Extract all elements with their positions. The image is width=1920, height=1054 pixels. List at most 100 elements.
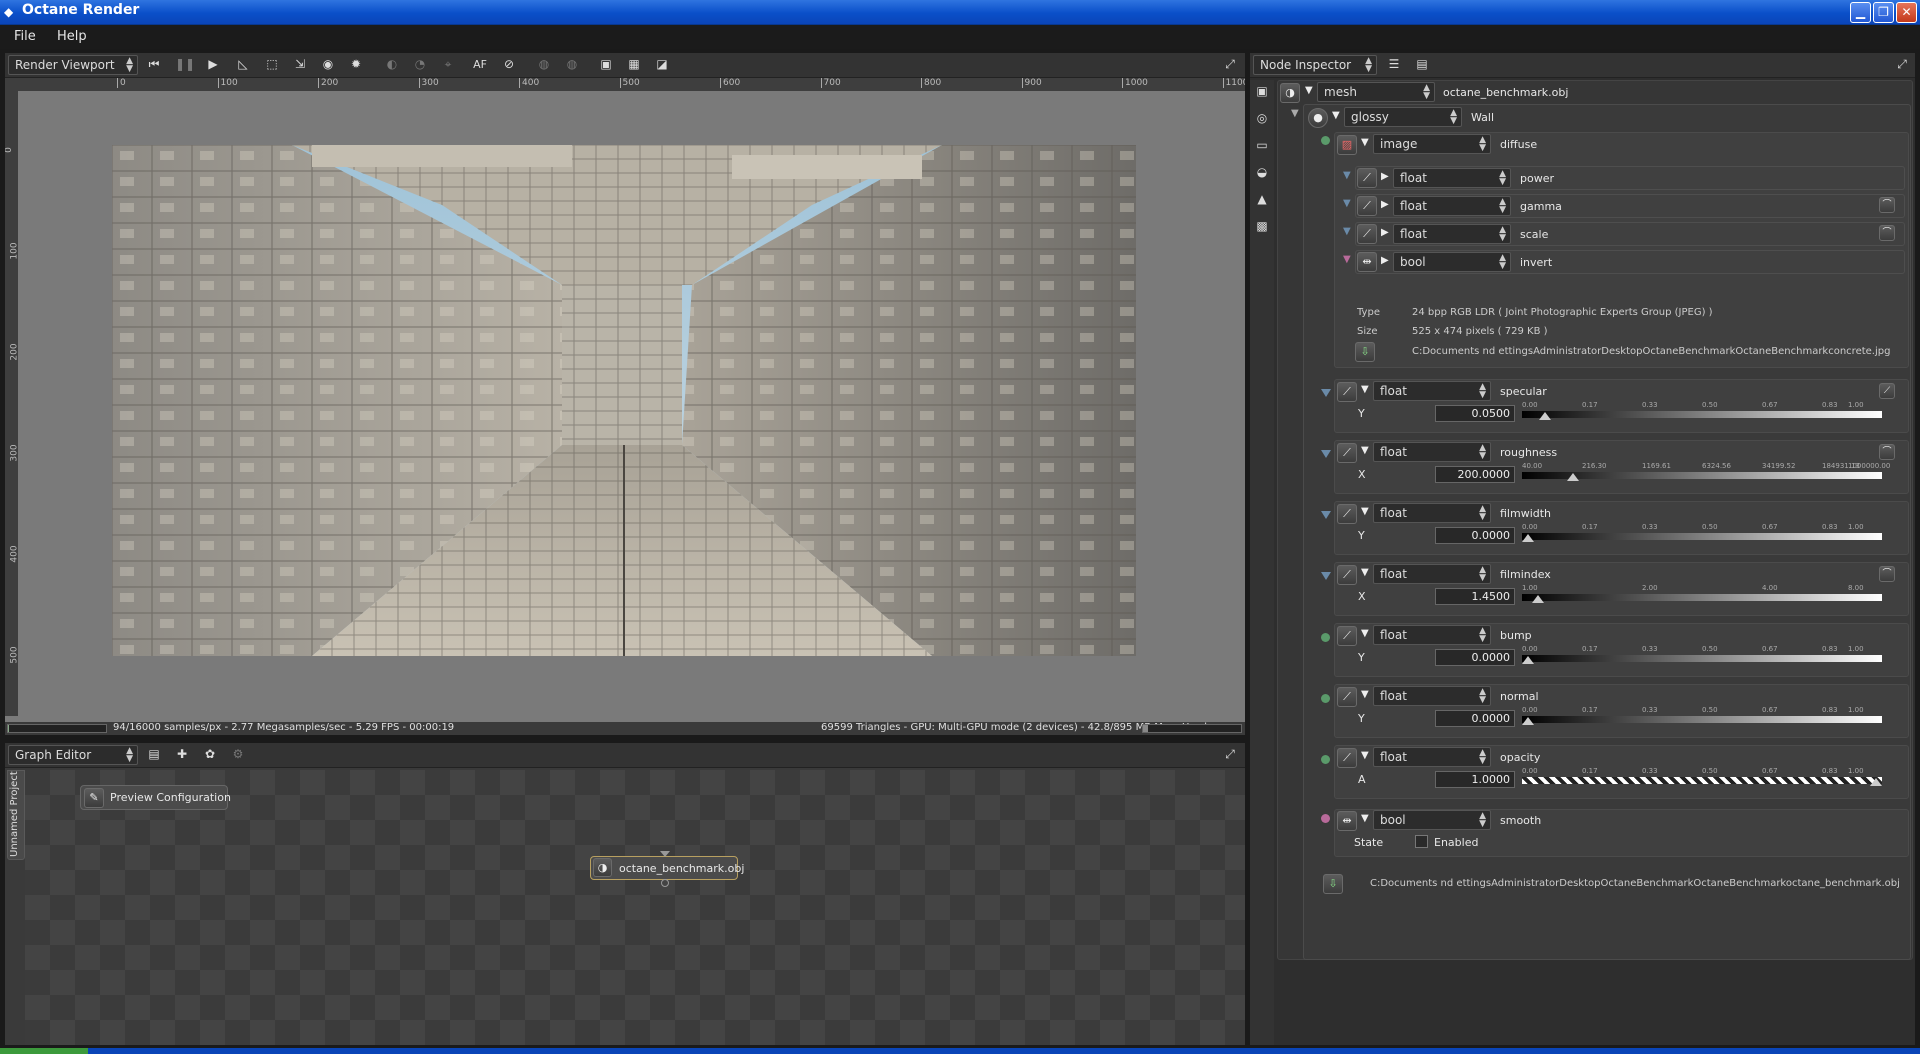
menu-file[interactable]: File — [14, 29, 36, 44]
float-node-icon[interactable]: ⟋ — [1357, 196, 1377, 216]
filmwidth-collapse-triangle[interactable]: ▼ — [1361, 506, 1369, 517]
diffuse-pin[interactable] — [1321, 136, 1330, 145]
image-type-combo[interactable]: image ▲ ▼ — [1373, 134, 1491, 154]
region-icon[interactable]: ⬚ — [263, 56, 281, 73]
specular-slider-knob[interactable] — [1539, 412, 1551, 420]
specular-pin[interactable] — [1321, 389, 1331, 397]
image-path[interactable]: C:Documents nd ettingsAdministratorDeskt… — [1412, 346, 1890, 357]
bool-icon[interactable]: ⇹ — [1337, 811, 1357, 831]
opacity-type-combo[interactable]: float ▲ ▼ — [1373, 747, 1491, 767]
opacity-pin[interactable] — [1321, 755, 1330, 764]
maximize-graph-icon[interactable]: ⤢ — [1221, 746, 1239, 763]
scale-expand-triangle[interactable]: ▶ — [1381, 227, 1389, 238]
float-node-icon[interactable]: ⟋ — [1337, 504, 1357, 524]
bump-slider-knob[interactable] — [1522, 656, 1534, 664]
gamma-type-combo[interactable]: float ▲ ▼ — [1393, 196, 1511, 216]
invert-pin-triangle[interactable]: ▼ — [1343, 254, 1351, 265]
power-pin-triangle[interactable]: ▼ — [1343, 170, 1351, 181]
mesh-collapse-triangle[interactable]: ▼ — [1305, 85, 1313, 96]
mesh-icon[interactable]: ◑ — [1280, 83, 1300, 103]
specular-collapse-triangle[interactable]: ▼ — [1361, 384, 1369, 395]
filmwidth-slider-knob[interactable] — [1522, 534, 1534, 542]
lock-icon[interactable]: ⊘ — [500, 56, 518, 73]
play-icon[interactable]: ▶ — [204, 56, 222, 73]
maximize-button[interactable]: ❐ — [1873, 2, 1894, 23]
float-node-icon[interactable]: ⟋ — [1337, 687, 1357, 707]
opacity-slider-knob[interactable] — [1870, 778, 1882, 786]
float-node-icon[interactable]: ⟋ — [1337, 443, 1357, 463]
opacity-slider[interactable]: 0.00 0.17 0.33 0.50 0.67 0.83 1.00 — [1522, 767, 1882, 786]
normal-slider-knob[interactable] — [1522, 717, 1534, 725]
normal-slider[interactable]: 0.00 0.17 0.33 0.50 0.67 0.83 1.00 — [1522, 706, 1882, 725]
film-node-icon[interactable]: ▭ — [1253, 137, 1271, 154]
add-node-icon[interactable]: ✚ — [173, 746, 191, 763]
bump-slider[interactable]: 0.00 0.17 0.33 0.50 0.67 0.83 1.00 — [1522, 645, 1882, 664]
collapse-icon[interactable]: ☰ — [1385, 56, 1403, 73]
expand-icon[interactable]: ▤ — [1413, 56, 1431, 73]
bump-pin[interactable] — [1321, 633, 1330, 642]
filmwidth-pin[interactable] — [1321, 511, 1331, 519]
imager-icon[interactable]: ▩ — [1253, 218, 1271, 235]
float-node-icon[interactable]: ⟋ — [1357, 224, 1377, 244]
target-icon[interactable]: ⌖ — [439, 56, 457, 73]
camera-icon[interactable]: ◔ — [411, 56, 429, 73]
normal-type-combo[interactable]: float ▲ ▼ — [1373, 686, 1491, 706]
close-button[interactable]: ✕ — [1896, 2, 1917, 23]
curve-icon[interactable]: ⟋ — [1879, 383, 1895, 399]
checker-icon[interactable]: ◪ — [653, 56, 671, 73]
invert-type-combo[interactable]: bool ▲ ▼ — [1393, 252, 1511, 272]
settings-node-icon[interactable]: ✿ — [201, 746, 219, 763]
minimize-button[interactable]: ▁ — [1850, 2, 1871, 23]
scale-type-combo[interactable]: float ▲ ▼ — [1393, 224, 1511, 244]
image-node-icon[interactable]: ▲ — [1253, 191, 1271, 208]
preview-configuration-node[interactable]: ✎ Preview Configuration — [80, 785, 231, 810]
focus-icon[interactable]: ◐ — [383, 56, 401, 73]
curve-icon[interactable]: ⌒ — [1879, 197, 1895, 213]
graph-combo[interactable]: Graph Editor ▲ ▼ — [8, 745, 138, 765]
float-node-icon[interactable]: ⟋ — [1337, 565, 1357, 585]
mesh-graph-node[interactable]: ◑ octane_benchmark.obj — [590, 856, 744, 880]
filmindex-slider-knob[interactable] — [1532, 595, 1544, 603]
bump-collapse-triangle[interactable]: ▼ — [1361, 628, 1369, 639]
smooth-pin[interactable] — [1321, 814, 1330, 823]
roughness-type-combo[interactable]: float ▲ ▼ — [1373, 442, 1491, 462]
filmindex-pin[interactable] — [1321, 572, 1331, 580]
scale-pin-triangle[interactable]: ▼ — [1343, 226, 1351, 237]
graph-canvas[interactable] — [25, 770, 1245, 1045]
specular-value-field[interactable]: 0.0500 — [1435, 405, 1515, 422]
pause-icon[interactable]: ❚❚ — [175, 56, 195, 73]
specular-slider[interactable]: 0.00 0.17 0.33 0.50 0.67 0.83 1.00 — [1522, 401, 1882, 420]
filmindex-value-field[interactable]: 1.4500 — [1435, 588, 1515, 605]
filmindex-slider[interactable]: 1.00 2.00 4.00 8.00 — [1522, 584, 1882, 603]
load-mesh-icon[interactable]: ⇩ — [1323, 874, 1343, 894]
glossy-collapse-triangle[interactable]: ▼ — [1332, 110, 1340, 121]
node-input-pin[interactable] — [660, 851, 670, 857]
float-node-icon[interactable]: ⟋ — [1337, 626, 1357, 646]
specular-type-combo[interactable]: float ▲ ▼ — [1373, 381, 1491, 401]
filmwidth-slider[interactable]: 0.00 0.17 0.33 0.50 0.67 0.83 1.00 — [1522, 523, 1882, 542]
roughness-slider-knob[interactable] — [1567, 473, 1579, 481]
frame-icon[interactable]: ▣ — [597, 56, 615, 73]
maximize-inspector-icon[interactable]: ⤢ — [1893, 56, 1911, 73]
curve-icon[interactable]: ⌒ — [1879, 566, 1895, 582]
mesh-path[interactable]: C:Documents nd ettingsAdministratorDeskt… — [1370, 878, 1900, 889]
rewind-icon[interactable]: ⏮ — [145, 56, 163, 73]
glossy-pin-triangle[interactable]: ▼ — [1291, 108, 1299, 119]
curve-icon[interactable]: ⌒ — [1879, 444, 1895, 460]
power-expand-triangle[interactable]: ▶ — [1381, 171, 1389, 182]
image-texture-icon[interactable]: ▨ — [1337, 135, 1357, 155]
diffuse-collapse-triangle[interactable]: ▼ — [1361, 137, 1369, 148]
bump-type-combo[interactable]: float ▲ ▼ — [1373, 625, 1491, 645]
opacity-collapse-triangle[interactable]: ▼ — [1361, 750, 1369, 761]
render-image[interactable] — [112, 145, 1136, 656]
curve-icon[interactable]: ⌒ — [1879, 225, 1895, 241]
grid-icon[interactable]: ▦ — [625, 56, 643, 73]
gamma-pin-triangle[interactable]: ▼ — [1343, 198, 1351, 209]
mesh-type-combo[interactable]: mesh ▲ ▼ — [1317, 82, 1435, 102]
environment-icon[interactable]: ◒ — [1253, 164, 1271, 181]
glossy-icon[interactable]: ● — [1308, 108, 1328, 128]
roughness-value-field[interactable]: 200.0000 — [1435, 466, 1515, 483]
filmwidth-type-combo[interactable]: float ▲ ▼ — [1373, 503, 1491, 523]
menu-help[interactable]: Help — [57, 29, 87, 44]
material-pick-icon[interactable]: ◉ — [319, 56, 337, 73]
